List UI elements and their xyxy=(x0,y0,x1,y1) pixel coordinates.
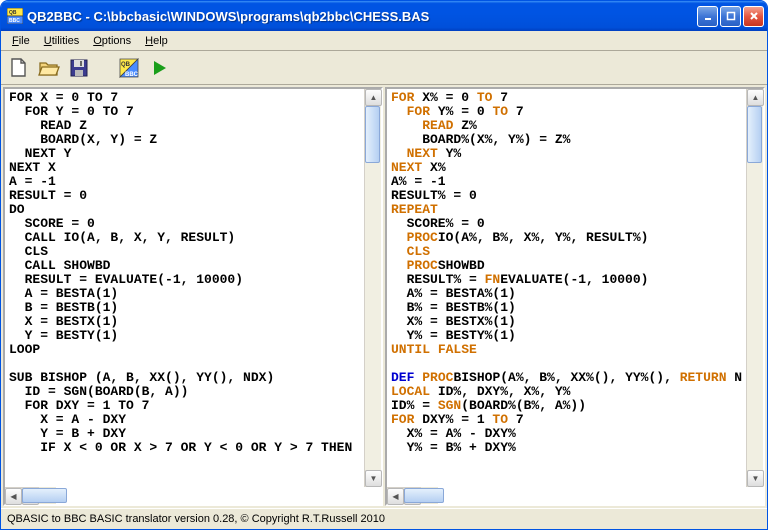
toolbar: QB BBC xyxy=(1,51,767,85)
run-button[interactable] xyxy=(147,56,171,80)
open-file-button[interactable] xyxy=(37,56,61,80)
scroll-thumb[interactable] xyxy=(22,488,67,503)
open-folder-icon xyxy=(38,57,60,79)
scroll-left-button[interactable]: ◀ xyxy=(387,488,404,505)
window-title: QB2BBC - C:\bbcbasic\WINDOWS\programs\qb… xyxy=(27,9,697,24)
left-panel: FOR X = 0 TO 7 FOR Y = 0 TO 7 READ Z BOA… xyxy=(3,87,383,506)
maximize-button[interactable] xyxy=(720,6,741,27)
scroll-left-button[interactable]: ◀ xyxy=(5,488,22,505)
scroll-up-button[interactable]: ▲ xyxy=(747,89,764,106)
right-panel: FOR X% = 0 TO 7 FOR Y% = 0 TO 7 READ Z% … xyxy=(385,87,765,506)
qb2bbc-icon: QB BBC xyxy=(118,57,140,79)
scroll-down-button[interactable]: ▼ xyxy=(365,470,382,487)
menu-help[interactable]: Help xyxy=(138,33,175,49)
scroll-down-button[interactable]: ▼ xyxy=(747,470,764,487)
statusbar: QBASIC to BBC BASIC translator version 0… xyxy=(1,508,767,529)
svg-text:QB: QB xyxy=(121,62,131,68)
status-text: QBASIC to BBC BASIC translator version 0… xyxy=(7,513,385,525)
menu-options[interactable]: Options xyxy=(86,33,138,49)
content-area: FOR X = 0 TO 7 FOR Y = 0 TO 7 READ Z BOA… xyxy=(1,85,767,508)
save-file-button[interactable] xyxy=(67,56,91,80)
titlebar[interactable]: QB BBC QB2BBC - C:\bbcbasic\WINDOWS\progr… xyxy=(1,1,767,31)
svg-text:BBC: BBC xyxy=(9,18,20,24)
scroll-thumb[interactable] xyxy=(747,106,762,163)
left-code-view[interactable]: FOR X = 0 TO 7 FOR Y = 0 TO 7 READ Z BOA… xyxy=(5,89,364,487)
new-file-icon xyxy=(8,57,30,79)
minimize-button[interactable] xyxy=(697,6,718,27)
right-vscrollbar[interactable]: ▲ ▼ xyxy=(746,89,763,487)
app-icon: QB BBC xyxy=(7,8,23,24)
scroll-thumb[interactable] xyxy=(365,106,380,163)
menu-utilities[interactable]: Utilities xyxy=(37,33,86,49)
save-icon xyxy=(68,57,90,79)
svg-text:BBC: BBC xyxy=(125,72,139,78)
scroll-up-button[interactable]: ▲ xyxy=(365,89,382,106)
left-vscrollbar[interactable]: ▲ ▼ xyxy=(364,89,381,487)
play-icon xyxy=(148,57,170,79)
app-window: QB BBC QB2BBC - C:\bbcbasic\WINDOWS\progr… xyxy=(0,0,768,530)
close-button[interactable] xyxy=(743,6,764,27)
menu-file[interactable]: File xyxy=(5,33,37,49)
right-hscrollbar[interactable]: ◀ ▶ xyxy=(387,487,421,504)
left-hscrollbar[interactable]: ◀ ▶ xyxy=(5,487,39,504)
new-file-button[interactable] xyxy=(7,56,31,80)
scroll-thumb[interactable] xyxy=(404,488,444,503)
svg-text:QB: QB xyxy=(9,10,17,16)
right-code-view[interactable]: FOR X% = 0 TO 7 FOR Y% = 0 TO 7 READ Z% … xyxy=(387,89,746,487)
convert-button[interactable]: QB BBC xyxy=(117,56,141,80)
menubar: File Utilities Options Help xyxy=(1,31,767,51)
